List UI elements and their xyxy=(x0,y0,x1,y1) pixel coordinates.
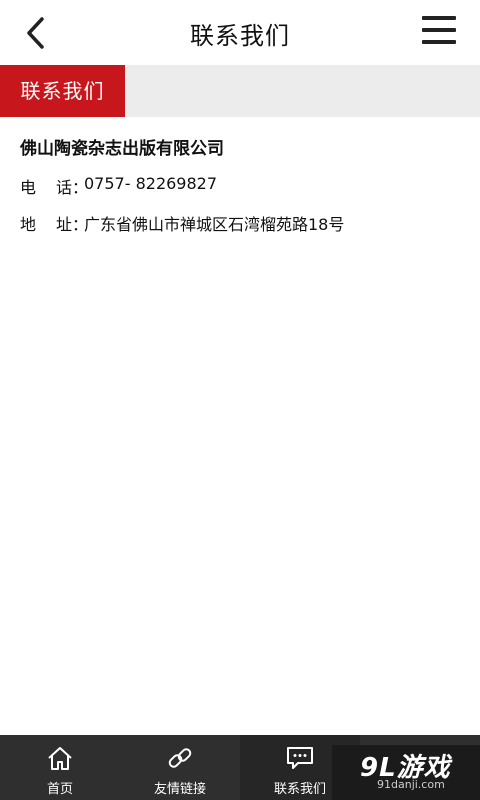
label-separator: ： xyxy=(72,215,89,234)
menu-button[interactable] xyxy=(422,16,456,44)
address-row: 地 址 ： 广东省佛山市禅城区石湾榴苑路18号 xyxy=(20,211,460,235)
chat-bubble-icon xyxy=(287,747,313,769)
hamburger-line xyxy=(422,40,456,44)
address-label-char-2: 址 xyxy=(55,215,72,234)
address-label-char-1: 地 xyxy=(20,215,37,234)
contact-info: 佛山陶瓷杂志出版有限公司 电 话 ： 0757- 82269827 地 址 ： … xyxy=(20,132,460,248)
phone-number[interactable]: 0757- 82269827 xyxy=(84,174,217,198)
tab-links[interactable]: 友情链接 xyxy=(120,735,240,800)
phone-label: 电 话 xyxy=(20,174,72,198)
phone-label-char-2: 话 xyxy=(55,178,72,197)
link-icon xyxy=(168,748,192,768)
label-separator: ： xyxy=(72,178,89,197)
company-name: 佛山陶瓷杂志出版有限公司 xyxy=(20,139,224,159)
tab-home-label: 首页 xyxy=(46,782,73,797)
watermark-url: 91danji.com xyxy=(377,778,445,791)
tab-links-label: 友情链接 xyxy=(153,782,206,797)
phone-label-char-1: 电 xyxy=(20,178,37,197)
hamburger-line xyxy=(422,28,456,32)
address-text: 广东省佛山市禅城区石湾榴苑路18号 xyxy=(84,215,345,234)
phone-row: 电 话 ： 0757- 82269827 xyxy=(20,174,460,198)
home-icon xyxy=(48,747,72,770)
hamburger-menu-icon xyxy=(422,16,456,20)
header-bar: 联系我们 xyxy=(0,0,480,65)
section-title-tab: 联系我们 xyxy=(0,65,125,117)
section-bar: 联系我们 xyxy=(0,65,480,117)
watermark-logo: 9L游戏 91danji.com xyxy=(332,745,480,800)
page-title: 联系我们 xyxy=(190,22,290,50)
address-label: 地 址 xyxy=(20,211,72,235)
tab-home[interactable]: 首页 xyxy=(0,735,120,800)
